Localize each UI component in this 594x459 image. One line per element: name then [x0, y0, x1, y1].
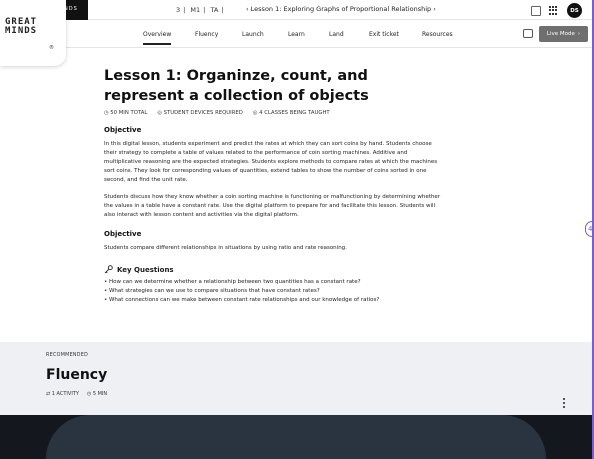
lesson-meta: ◷ 50 MIN TOTAL ◎ STUDENT DEVICES REQUIRE… [104, 110, 444, 116]
more-options-icon[interactable] [563, 398, 565, 408]
tab-land[interactable]: Land [329, 31, 344, 38]
objective-heading: Objective [104, 126, 142, 134]
recommended-title[interactable]: Fluency [46, 367, 107, 383]
brand-mini-text: NDS [64, 6, 78, 12]
side-panel-tab[interactable]: 4 [585, 221, 592, 237]
logo-text: GREAT MINDS [5, 17, 38, 36]
tab-resources[interactable]: Resources [422, 31, 453, 38]
live-mode-label: Live Mode [546, 31, 575, 37]
recommended-meta: ⇄ 1 ACTIVITY ◷ 5 MIN [46, 391, 107, 397]
print-icon[interactable] [523, 29, 533, 38]
recommended-label: RECOMMENDED [46, 353, 89, 358]
live-mode-button[interactable]: Live Mode › [539, 26, 588, 42]
objective-heading-2: Objective [104, 230, 142, 238]
objective-paragraph-3: Students compare different relationships… [104, 245, 347, 251]
key-questions-list: • How can we determine whether a relatio… [104, 278, 444, 305]
apps-grid-icon[interactable] [549, 5, 559, 16]
crumb-topic[interactable]: TA [210, 6, 218, 14]
registered-mark: ® [49, 45, 54, 51]
page-title: Lesson 1: Organinze, count, and represen… [104, 68, 369, 104]
top-bar: NDS 3 | M1 | TA | ‹ Lesson 1: Exploring Gra… [0, 0, 592, 20]
activity-count: ⇄ 1 ACTIVITY [46, 391, 79, 397]
great-minds-logo: GREAT MINDS ® [0, 0, 66, 66]
list-item: • How can we determine whether a relatio… [104, 279, 361, 285]
app-frame: NDS 3 | M1 | TA | ‹ Lesson 1: Exploring Gra… [0, 0, 594, 459]
meta-time: ◷ 50 MIN TOTAL [104, 110, 148, 116]
avatar[interactable]: DS [567, 3, 582, 18]
chevron-right-icon: › [577, 31, 581, 37]
objective-paragraph-2: Students discuss how they know whether a… [104, 194, 441, 218]
tab-launch[interactable]: Launch [242, 31, 264, 38]
recommended-section: RECOMMENDED Fluency ⇄ 1 ACTIVITY ◷ 5 MIN [0, 342, 592, 415]
tab-overview[interactable]: Overview [143, 31, 172, 45]
key-questions-heading: Key Questions [104, 265, 444, 274]
objective-paragraph-1: In this digital lesson, students experim… [104, 141, 438, 183]
list-item: • What strategies can we use to compare … [104, 288, 320, 294]
list-item: • What connections can we make between c… [104, 297, 380, 303]
top-icons: DS [531, 3, 582, 18]
meta-classes: ◎ 4 CLASSES BEING TAUGHT [252, 110, 330, 116]
lesson-content: Lesson 1: Organinze, count, and represen… [104, 66, 444, 305]
lesson-navigator[interactable]: ‹ Lesson 1: Exploring Graphs of Proporti… [246, 5, 436, 13]
crumb-grade[interactable]: 3 [176, 6, 180, 14]
lesson-tabs: Overview Fluency Launch Learn Land Exit … [0, 20, 592, 48]
activity-time: ◷ 5 MIN [86, 391, 108, 397]
panel-icon[interactable] [531, 5, 541, 16]
breadcrumb: 3 | M1 | TA | [176, 6, 224, 14]
tab-exit-ticket[interactable]: Exit ticket [369, 31, 399, 38]
key-icon [104, 265, 113, 274]
meta-devices: ◎ STUDENT DEVICES REQUIRED [157, 110, 243, 116]
crumb-module[interactable]: M1 [190, 6, 200, 14]
tab-fluency[interactable]: Fluency [195, 31, 218, 38]
dark-footer-shape [46, 415, 546, 459]
tab-learn[interactable]: Learn [288, 31, 305, 38]
